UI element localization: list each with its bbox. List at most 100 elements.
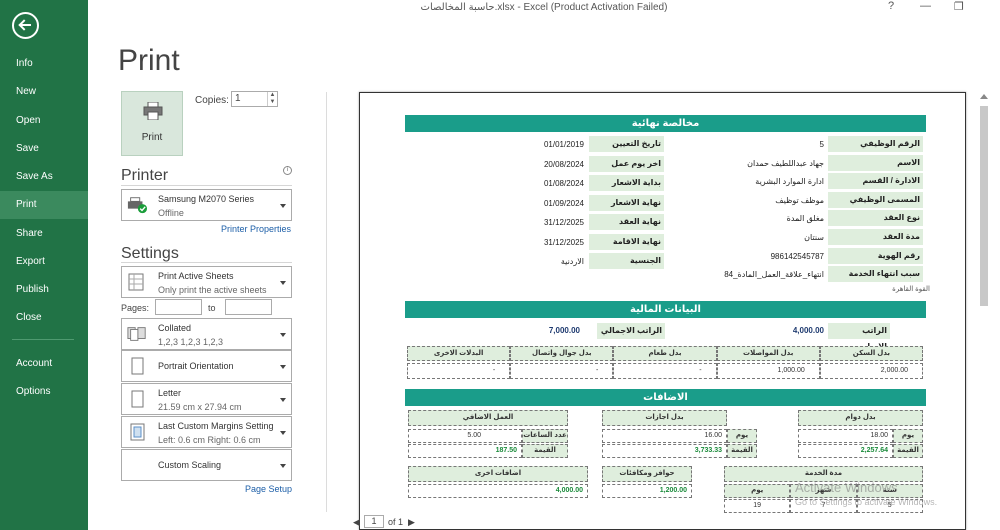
nav-print[interactable]: Print — [0, 191, 88, 219]
attendance-value: 2,257.64 — [798, 444, 893, 458]
overtime-hours-label: عدد الساعات — [522, 429, 568, 443]
field-value: 986142545787 — [770, 251, 824, 261]
scroll-thumb[interactable] — [980, 106, 988, 306]
overtime-hours: 5.00 — [408, 429, 522, 443]
other-additions-value: 4,000.00 — [408, 484, 588, 498]
field-value: الاردنية — [560, 257, 584, 266]
field-label: نهاية الاقامة — [589, 233, 664, 250]
field-label: تاريخ التعيين — [589, 136, 664, 152]
leave-value-label: القيمة — [727, 444, 757, 458]
printer-divider — [121, 185, 292, 186]
field-value: مغلق المدة — [786, 214, 824, 224]
allowance-value: 1,000.00 — [716, 363, 820, 379]
allowance-header: بدل طعام — [613, 346, 717, 361]
field-value: 5 — [819, 140, 824, 149]
help-button[interactable]: ? — [888, 0, 894, 12]
printer-status: Offline — [158, 208, 184, 218]
print-what-desc: Only print the active sheets — [158, 285, 267, 295]
field-label: بداية الاشعار — [589, 175, 664, 191]
copies-label: Copies: — [195, 95, 229, 106]
orientation-value: Portrait Orientation — [158, 361, 234, 371]
field-value: 31/12/2025 — [543, 218, 584, 227]
restore-button[interactable]: ❐ — [954, 0, 964, 13]
field-value: جهاد عبداللطيف حمدان — [747, 158, 824, 168]
leave-title: بدل اجازات — [602, 410, 727, 426]
field-label: نوع العقد — [828, 210, 923, 227]
field-label: مدة العقد — [828, 229, 923, 245]
printer-heading: Printer — [121, 167, 169, 184]
margins-desc: Left: 0.6 cm Right: 0.6 cm — [158, 435, 261, 445]
pages-to-label: to — [208, 303, 216, 313]
attendance-title: بدل دوام — [798, 410, 923, 426]
chevron-down-icon — [280, 204, 286, 208]
back-arrow-icon[interactable] — [12, 12, 39, 39]
nav-publish[interactable]: Publish — [0, 276, 88, 304]
nav-share[interactable]: Share — [0, 220, 88, 248]
field-label: الرقم الوظيفي — [828, 136, 923, 152]
settings-divider — [121, 262, 292, 263]
next-page-icon[interactable]: ▶ — [408, 517, 415, 528]
print-what-value: Print Active Sheets — [158, 271, 234, 281]
pages-to-input[interactable] — [225, 299, 272, 315]
activation-watermark-sub: Go to Settings to activate Windows. — [795, 497, 938, 507]
print-button[interactable]: Print — [121, 91, 183, 156]
pages-from-input[interactable] — [155, 299, 202, 315]
printer-name: Samsung M2070 Series — [158, 194, 255, 204]
service-value: 19 — [724, 499, 791, 513]
copies-spinner[interactable]: ▲ ▼ — [267, 92, 277, 106]
margins-dropdown[interactable]: Last Custom Margins Setting Left: 0.6 cm… — [121, 416, 292, 448]
overtime-value: 187.50 — [408, 444, 522, 458]
nav-close[interactable]: Close — [0, 304, 88, 332]
copies-input[interactable]: 1 ▲ ▼ — [231, 91, 278, 107]
other-additions-title: اضافات اخرى — [408, 466, 588, 482]
chevron-down-icon — [280, 464, 286, 468]
attendance-day-label: يوم — [893, 429, 923, 443]
prev-page-icon[interactable]: ◀ — [353, 517, 360, 528]
page-number-input[interactable]: 1 — [364, 515, 384, 528]
field-label: اخر يوم عمل — [589, 155, 664, 172]
nav-info[interactable]: Info — [0, 50, 88, 78]
scroll-up-icon[interactable] — [980, 94, 988, 99]
nav-save-as[interactable]: Save As — [0, 163, 88, 191]
window-title: حاسبة المخالصات.xlsx - Excel (Product Ac… — [420, 2, 668, 13]
nav-open[interactable]: Open — [0, 107, 88, 135]
field-label: نهاية العقد — [589, 214, 664, 230]
scaling-dropdown[interactable]: Custom Scaling — [121, 449, 292, 481]
field-label: المسمى الوظيفي — [828, 191, 923, 208]
print-what-dropdown[interactable]: Print Active Sheets Only print the activ… — [121, 266, 292, 298]
nav-new[interactable]: New — [0, 78, 88, 106]
paper-value: Letter — [158, 388, 182, 398]
collate-desc: 1,2,3 1,2,3 1,2,3 — [158, 337, 224, 347]
minimize-button[interactable]: — — [920, 0, 931, 12]
total-salary-label: الراتب الاجمالي — [597, 323, 665, 339]
info-icon[interactable]: i — [283, 166, 292, 175]
nav-export[interactable]: Export — [0, 248, 88, 276]
nav-options[interactable]: Options — [0, 378, 88, 406]
nav-save[interactable]: Save — [0, 135, 88, 163]
attendance-value-label: القيمة — [893, 444, 923, 458]
collate-dropdown[interactable]: Collated 1,2,3 1,2,3 1,2,3 — [121, 318, 292, 350]
total-salary-value: 7,000.00 — [548, 326, 580, 335]
field-value: سنتان — [804, 233, 824, 242]
allowance-header: بدل جوال واتصال — [510, 346, 614, 361]
nav-separator — [12, 339, 74, 340]
basic-salary-value: 4,000.00 — [792, 326, 824, 335]
sheet-title: مخالصة نهائية — [405, 115, 926, 132]
nav-account[interactable]: Account — [0, 350, 88, 378]
chevron-down-icon — [280, 398, 286, 402]
chevron-down-icon — [280, 431, 286, 435]
page-setup-link[interactable]: Page Setup — [245, 484, 292, 494]
preview-scrollbar[interactable] — [978, 92, 990, 512]
field-value: ادارة الموارد البشرية — [755, 177, 824, 187]
paper-dropdown[interactable]: Letter 21.59 cm x 27.94 cm — [121, 383, 292, 415]
field-label: الجنسية — [589, 253, 664, 269]
print-button-label: Print — [141, 132, 163, 143]
field-value: 01/01/2019 — [543, 140, 584, 149]
collate-value: Collated — [158, 323, 192, 333]
attendance-days: 18.00 — [798, 429, 893, 443]
printer-properties-link[interactable]: Printer Properties — [221, 224, 291, 234]
printer-dropdown[interactable]: Samsung M2070 Series Offline — [121, 189, 292, 221]
orientation-dropdown[interactable]: Portrait Orientation — [121, 350, 292, 382]
sheets-icon — [128, 273, 144, 291]
scaling-value: Custom Scaling — [158, 460, 222, 470]
